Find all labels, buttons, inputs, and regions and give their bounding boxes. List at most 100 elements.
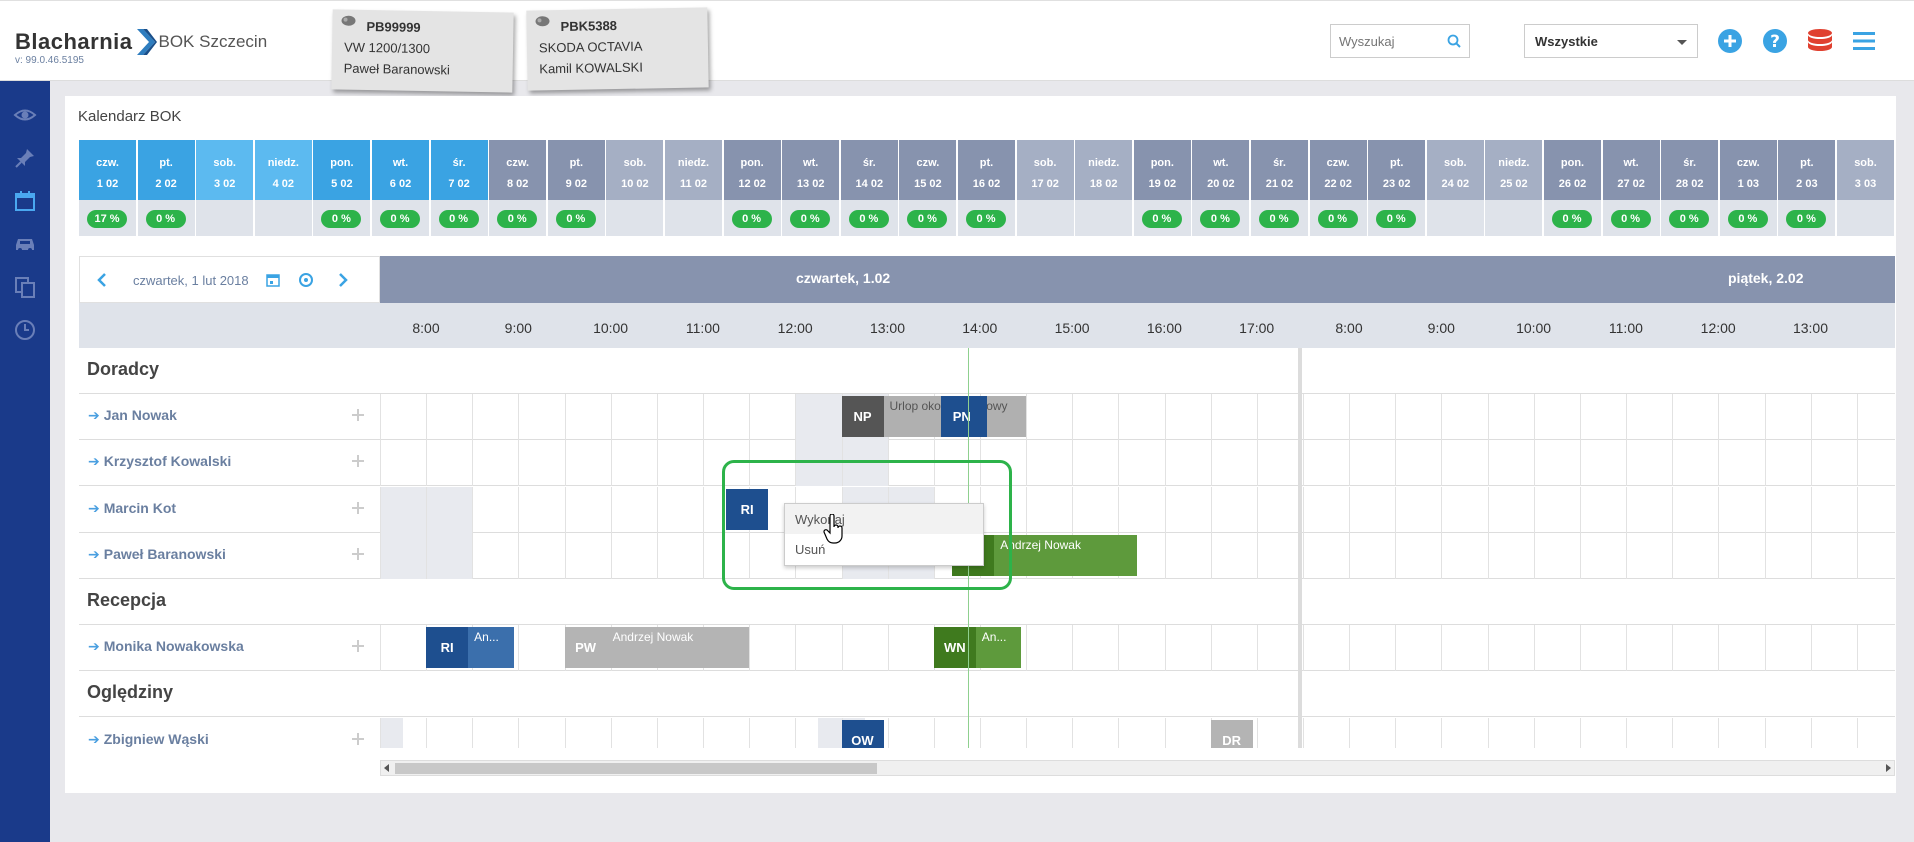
day-cell[interactable]: pon. 26 02 0 % [1544, 140, 1601, 236]
calendar-picker-icon[interactable] [265, 272, 281, 288]
schedule-event[interactable]: PW Andrzej Nowak [564, 627, 750, 669]
day-cell[interactable]: sob. 10 02 [606, 140, 664, 236]
vehicle-note[interactable]: PB99999 VW 1200/1300 Paweł Baranowski [331, 9, 514, 93]
add-event-icon[interactable] [350, 546, 366, 562]
filter-select[interactable]: Wszystkie [1524, 24, 1698, 58]
day-cell[interactable]: czw. 1 02 17 % [79, 140, 136, 236]
date-navigator: czwartek, 1 lut 2018 [79, 256, 380, 303]
day-cell[interactable]: niedz. 25 02 [1485, 140, 1543, 236]
day-cell[interactable]: pt. 2 03 0 % [1778, 140, 1836, 236]
eye-icon[interactable] [13, 103, 37, 127]
horizontal-scrollbar[interactable] [380, 760, 1895, 776]
day-cell[interactable]: śr. 7 02 0 % [430, 140, 488, 236]
chevron-left-icon[interactable] [94, 272, 110, 288]
plus-circle-icon[interactable] [1716, 27, 1744, 55]
add-event-icon[interactable] [350, 500, 366, 516]
grid-line [1349, 532, 1351, 579]
time-cells[interactable]: OW DR [380, 717, 1895, 748]
day-date: 16 02 [972, 178, 1001, 190]
day-cell[interactable]: sob. 24 02 [1426, 140, 1484, 236]
time-cells[interactable]: WNAndrzej Nowak [380, 532, 1895, 579]
day-cell[interactable]: pt. 16 02 0 % [958, 140, 1015, 236]
hour-label: 10:00 [1516, 320, 1552, 336]
resource-label[interactable]: ➔ Jan Nowak [88, 407, 177, 424]
pin-icon[interactable] [13, 146, 37, 170]
day-cell[interactable]: wt. 13 02 0 % [782, 140, 840, 236]
grid-line [426, 717, 428, 748]
day-cell[interactable]: sob. 3 03 [1837, 140, 1894, 236]
app-version: v: 99.0.46.5195 [15, 55, 84, 66]
day-cell[interactable]: niedz. 11 02 [665, 140, 722, 236]
schedule-event[interactable]: RI An... [426, 627, 514, 669]
day-cell[interactable]: pon. 5 02 0 % [313, 140, 371, 236]
time-cells[interactable]: RI [380, 486, 1895, 533]
day-date: 1 03 [1737, 178, 1759, 190]
day-cell[interactable]: czw. 1 03 0 % [1719, 140, 1777, 236]
resource-label[interactable]: ➔ Zbigniew Wąski [88, 731, 209, 748]
day-cell[interactable]: sob. 17 02 [1016, 140, 1074, 236]
day-cell[interactable]: wt. 27 02 0 % [1602, 140, 1660, 236]
day-cell[interactable]: śr. 21 02 0 % [1251, 140, 1308, 236]
resource-label[interactable]: ➔ Marcin Kot [88, 500, 176, 517]
grid-line [1303, 440, 1304, 487]
brand-logo[interactable]: Blacharnia BOK Szczecin [15, 27, 267, 57]
schedule-event[interactable]: WN An... [933, 627, 1022, 669]
menu-icon[interactable] [1850, 27, 1878, 55]
day-cell[interactable]: wt. 6 02 0 % [372, 140, 429, 236]
time-cells[interactable]: NPUrlop okolicznościowyPN [380, 394, 1895, 441]
day-cell[interactable]: śr. 28 02 0 % [1661, 140, 1719, 236]
day-cell[interactable]: pon. 12 02 0 % [723, 140, 781, 236]
add-event-icon[interactable] [350, 731, 366, 747]
day-of-week: pon. [1150, 157, 1174, 169]
grid-line [1672, 717, 1674, 748]
day-cell[interactable]: pon. 19 02 0 % [1133, 140, 1191, 236]
day-cell-body: 0 % [1368, 200, 1426, 236]
day-cell[interactable]: niedz. 18 02 [1075, 140, 1133, 236]
hour-label: 13:00 [869, 320, 906, 336]
search-icon[interactable] [1447, 34, 1461, 48]
day-cell[interactable]: śr. 14 02 0 % [840, 140, 898, 236]
day-cell[interactable]: czw. 22 02 0 % [1309, 140, 1367, 236]
schedule-event[interactable]: OW [841, 719, 884, 748]
row-label-text: Doradcy [87, 359, 160, 379]
time-cells[interactable] [380, 440, 1895, 487]
database-icon[interactable] [1806, 27, 1834, 55]
day-cell[interactable]: sob. 3 02 [196, 140, 254, 236]
grid-line [1026, 486, 1028, 533]
day-cell[interactable]: czw. 8 02 0 % [489, 140, 547, 236]
grid-line [1487, 486, 1489, 533]
resource-label[interactable]: ➔ Krzysztof Kowalski [88, 453, 231, 470]
scroll-right-icon[interactable] [1886, 764, 1891, 772]
grid-line [1672, 625, 1674, 672]
day-cell[interactable]: wt. 20 02 0 % [1192, 140, 1250, 236]
day-cell[interactable]: niedz. 4 02 [254, 140, 312, 236]
scrollbar-thumb[interactable] [395, 763, 877, 774]
schedule-event[interactable]: PN [940, 396, 987, 438]
add-event-icon[interactable] [350, 407, 366, 423]
copy-icon[interactable] [13, 275, 37, 299]
day-cell[interactable]: pt. 9 02 0 % [547, 140, 605, 236]
day-cell[interactable]: czw. 15 02 0 % [899, 140, 957, 236]
add-event-icon[interactable] [350, 638, 366, 654]
event-code: WN [933, 627, 976, 669]
car-icon[interactable] [13, 232, 37, 256]
grid-line [564, 440, 566, 487]
clock-icon[interactable] [13, 318, 37, 342]
time-cells[interactable]: RI An... PW Andrzej Nowak WN An... [380, 625, 1895, 672]
schedule-event[interactable]: DR [1210, 719, 1253, 748]
day-cell[interactable]: pt. 23 02 0 % [1368, 140, 1426, 236]
chevron-right-icon[interactable] [335, 272, 351, 288]
add-event-icon[interactable] [350, 453, 366, 469]
scroll-left-icon[interactable] [384, 764, 389, 772]
calendar-panel: Kalendarz BOK czw. 1 02 17 % pt. 2 02 0 % sob.… [65, 96, 1896, 793]
today-icon[interactable] [298, 272, 314, 288]
schedule-event[interactable]: NPUrlop okolicznościowy [841, 396, 1027, 438]
vehicle-note[interactable]: PBK5388 SKODA OCTAVIA Kamil KOWALSKI [526, 7, 709, 91]
grid-line [1026, 717, 1028, 748]
resource-label[interactable]: ➔ Paweł Baranowski [88, 546, 226, 563]
grid-line [1026, 625, 1028, 672]
resource-label[interactable]: ➔ Monika Nowakowska [88, 638, 244, 655]
calendar-icon[interactable] [13, 189, 37, 213]
day-cell[interactable]: pt. 2 02 0 % [137, 140, 195, 236]
help-circle-icon[interactable]: ? [1761, 27, 1789, 55]
